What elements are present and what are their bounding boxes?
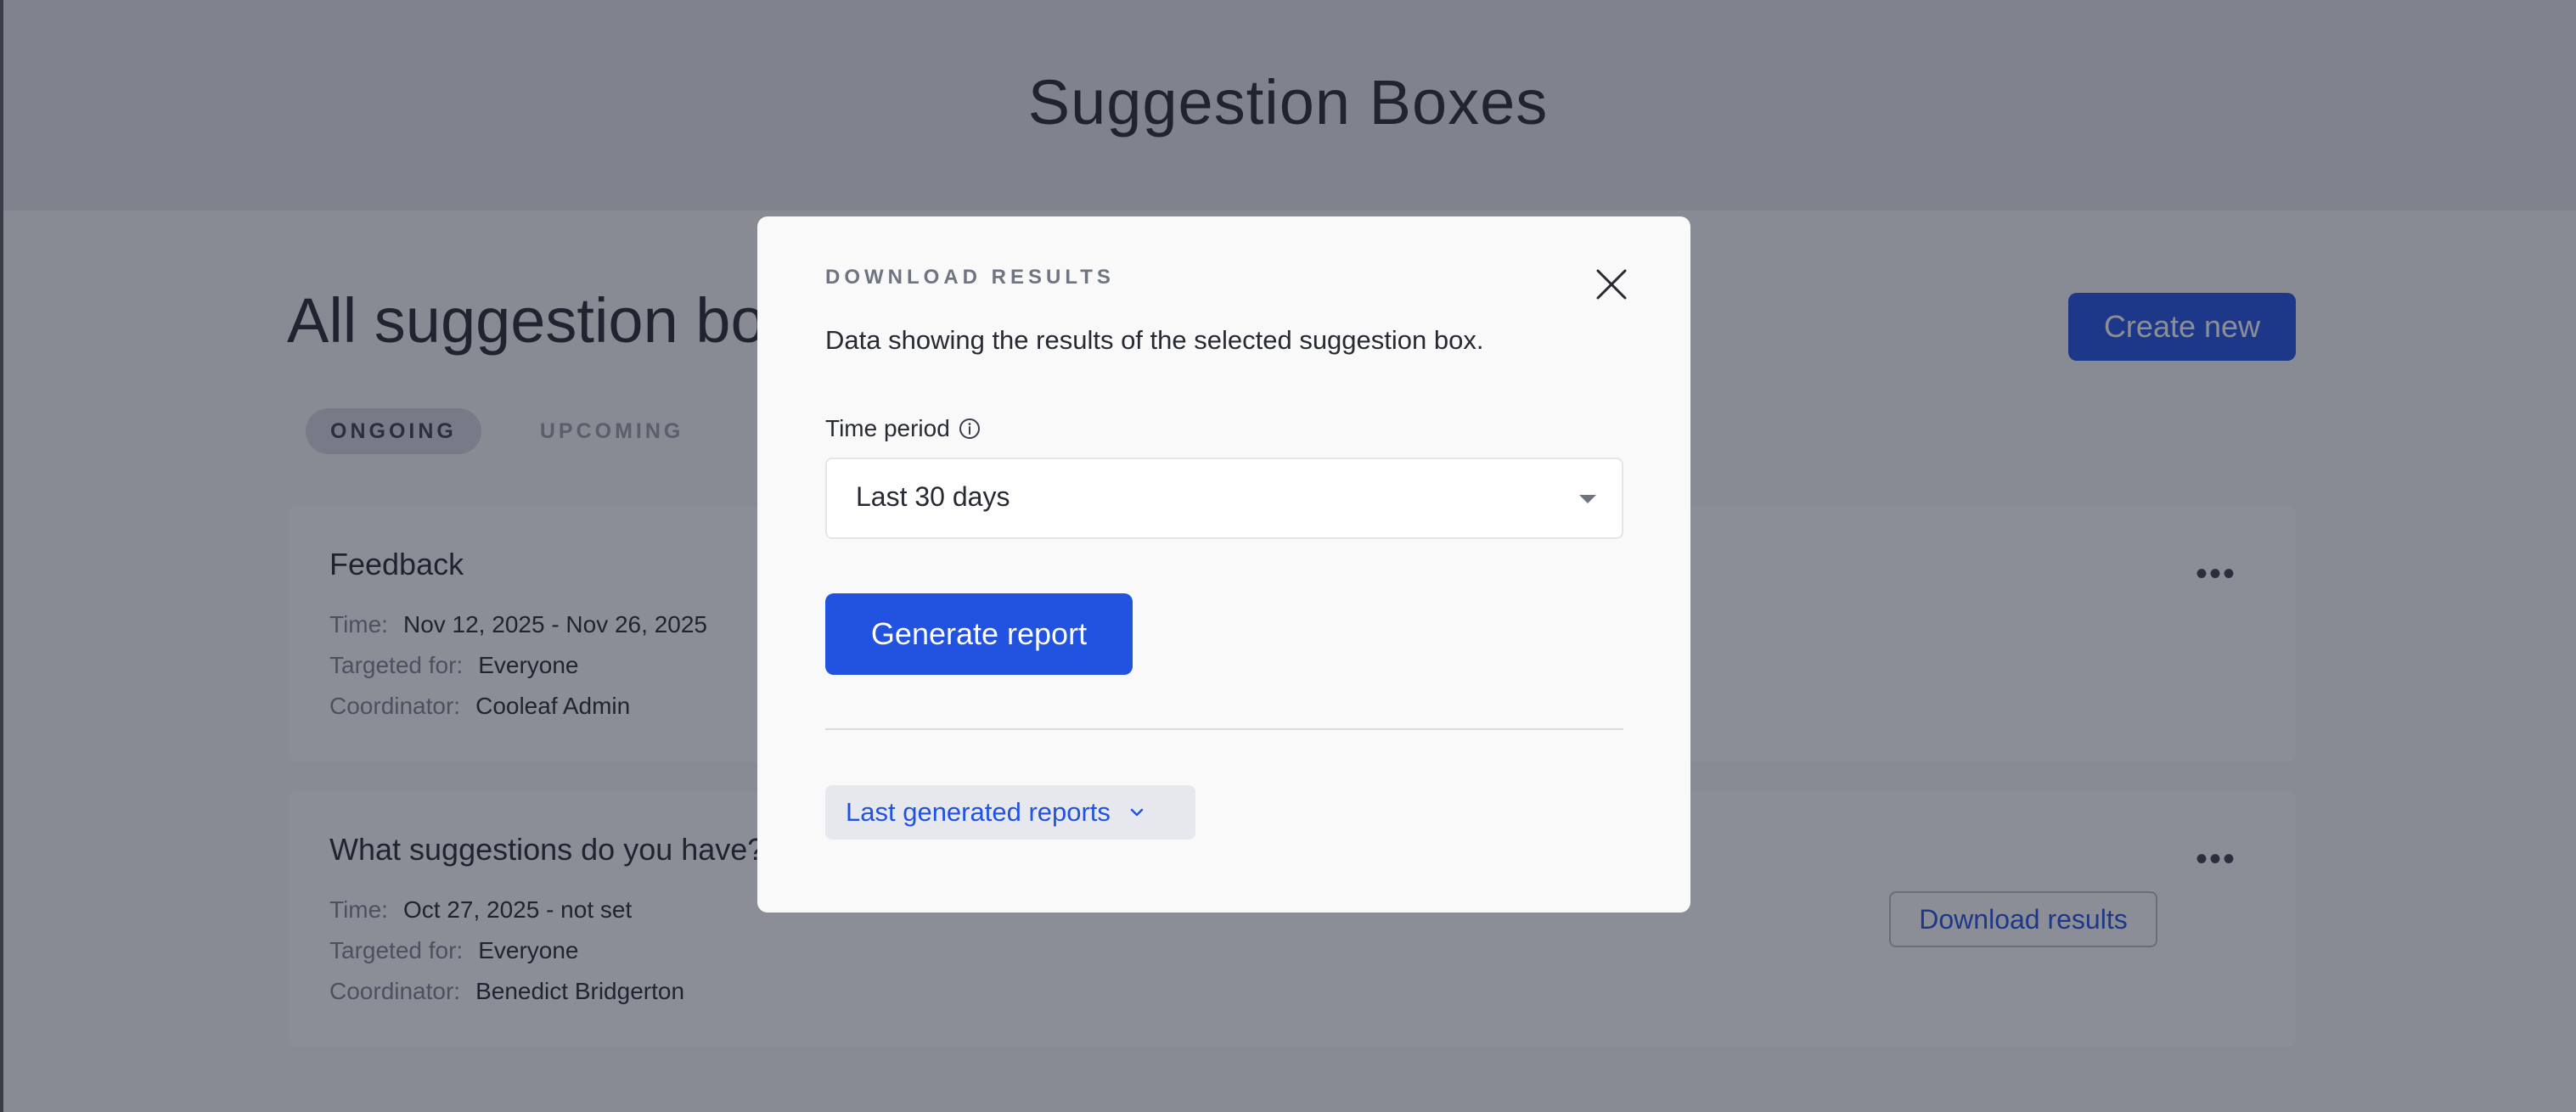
time-period-value: Last 30 days — [856, 481, 1010, 512]
window-edge — [0, 0, 3, 1112]
close-icon — [1596, 269, 1627, 300]
modal-heading: DOWNLOAD RESULTS — [825, 266, 1115, 289]
divider — [825, 728, 1623, 730]
info-icon[interactable] — [959, 418, 981, 440]
time-period-label: Time period — [825, 415, 981, 442]
caret-down-icon — [1579, 495, 1596, 503]
time-period-select[interactable]: Last 30 days — [825, 458, 1623, 539]
time-period-label-text: Time period — [825, 415, 950, 441]
close-button[interactable] — [1589, 262, 1634, 306]
last-generated-reports-toggle[interactable]: Last generated reports — [825, 785, 1195, 840]
modal-description: Data showing the results of the selected… — [825, 325, 1484, 355]
chevron-down-icon — [1130, 808, 1144, 817]
last-generated-reports-label: Last generated reports — [846, 797, 1111, 827]
generate-report-button[interactable]: Generate report — [825, 593, 1133, 675]
download-results-modal: DOWNLOAD RESULTS Data showing the result… — [757, 216, 1690, 913]
